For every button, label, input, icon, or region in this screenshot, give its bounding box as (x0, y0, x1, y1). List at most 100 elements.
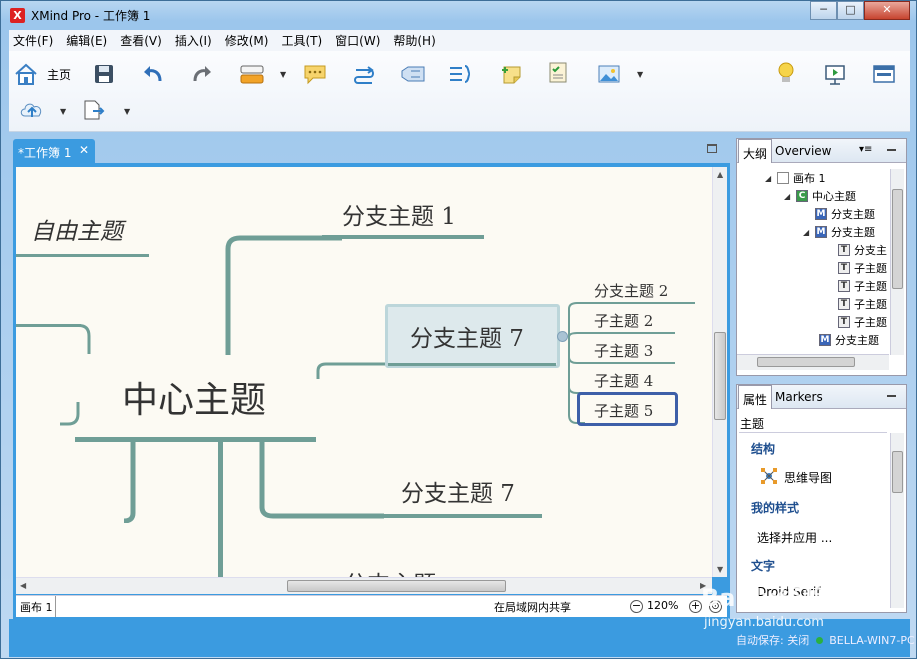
menu-edit[interactable]: 编辑(E) (66, 32, 107, 49)
branch-topic-1[interactable]: 分支主题 1 (342, 197, 456, 231)
note-icon[interactable] (499, 61, 525, 87)
subtopic-2[interactable]: 子主题 2 (594, 310, 653, 331)
app-window: X XMind Pro - 工作簿 1 ─ □ ✕ 文件(F) 编辑(E) 查看… (0, 0, 917, 659)
home-label[interactable]: 主页 (47, 66, 71, 83)
left-branch-curve-2 (60, 402, 80, 426)
zoom-level[interactable]: 120% (647, 599, 678, 612)
scroll-down-icon[interactable]: ▼ (717, 565, 723, 574)
export-icon[interactable] (81, 97, 107, 123)
outline-scroll-thumb[interactable] (757, 357, 855, 367)
structure-value[interactable]: 思维导图 (784, 469, 832, 486)
outline-row-subtopic[interactable]: T 子主题 (838, 295, 887, 313)
outline-row-subtopic[interactable]: T 子主题 (838, 259, 887, 277)
zoom-out-icon[interactable]: − (630, 600, 643, 613)
autosave-status[interactable]: 自动保存: 关闭 BELLA-WIN7-PC (736, 632, 915, 648)
branch-topic-partial[interactable]: 分支主题 (344, 565, 436, 577)
branch-topic-7-lower[interactable]: 分支主题 7 (401, 474, 515, 508)
outline-minimize-icon[interactable] (887, 149, 896, 151)
text-header[interactable]: 文字 (751, 557, 775, 574)
image-icon[interactable] (596, 61, 622, 87)
menu-view[interactable]: 查看(V) (120, 32, 162, 49)
outline-row-branch[interactable]: M 分支主题 (815, 205, 875, 223)
editor-maximize-icon[interactable] (707, 144, 717, 153)
tab-markers[interactable]: Markers (771, 385, 827, 409)
menu-modify[interactable]: 修改(M) (225, 32, 269, 49)
outline-vscroll-thumb[interactable] (892, 189, 903, 289)
canvas-vertical-scrollbar[interactable]: ▲ ▼ (712, 167, 727, 577)
maximize-button[interactable]: □ (837, 1, 864, 20)
menu-window[interactable]: 窗口(W) (335, 32, 380, 49)
summary-icon[interactable] (447, 61, 473, 87)
free-topic[interactable]: 自由主题 (31, 212, 123, 246)
canvas-horizontal-scrollbar[interactable]: ◀ ▶ (16, 577, 712, 594)
outline-row-central[interactable]: ◢ C 中心主题 (784, 187, 856, 205)
idea-icon[interactable] (773, 59, 799, 85)
image-dropdown-icon[interactable]: ▼ (637, 70, 643, 79)
upload-icon[interactable] (19, 97, 45, 123)
redo-icon[interactable] (189, 61, 215, 87)
outline-horizontal-scrollbar[interactable] (737, 354, 889, 370)
vertical-scroll-thumb[interactable] (714, 332, 726, 420)
outline-row-label: 分支主题 (831, 208, 875, 221)
outline-row-sheet[interactable]: ◢ 画布 1 (765, 169, 826, 187)
lan-share-button[interactable]: 在局域网内共享 (494, 599, 571, 615)
outline-row-subtopic[interactable]: T 分支主 (838, 241, 887, 259)
expand-icon[interactable]: ◢ (765, 174, 777, 183)
branch-topic-7-selected[interactable]: 分支主题 7 (410, 319, 524, 353)
subtopic-icon: T (838, 298, 850, 310)
export-dropdown-icon[interactable]: ▼ (124, 107, 130, 116)
free-topic-underline (16, 254, 149, 257)
home-icon[interactable] (13, 61, 39, 87)
topic-insert-dropdown-icon[interactable]: ▼ (280, 70, 286, 79)
central-topic[interactable]: 中心主题 (122, 371, 266, 423)
callout-icon[interactable] (302, 61, 328, 87)
tab-outline[interactable]: 大纲 (738, 139, 773, 163)
task-icon[interactable] (545, 59, 571, 85)
expand-icon[interactable]: ◢ (803, 228, 815, 237)
my-style-value[interactable]: 选择并应用 ... (757, 529, 832, 546)
properties-vscroll-thumb[interactable] (892, 451, 903, 493)
tab-properties[interactable]: 属性 (738, 385, 773, 409)
expand-icon[interactable]: ◢ (784, 192, 796, 201)
outline-row-label: 分支主题 (831, 226, 875, 239)
properties-minimize-icon[interactable] (887, 395, 896, 397)
outline-menu-icon[interactable]: ▾≡ (859, 144, 872, 155)
subtopic-3[interactable]: 子主题 3 (594, 340, 653, 361)
subtopic-4[interactable]: 子主题 4 (594, 370, 653, 391)
outline-row-subtopic[interactable]: T 子主题 (838, 277, 887, 295)
outline-vertical-scrollbar[interactable] (890, 169, 904, 355)
menu-help[interactable]: 帮助(H) (393, 32, 435, 49)
boundary-icon[interactable] (399, 61, 427, 87)
layout-icon[interactable] (871, 61, 897, 87)
scroll-up-icon[interactable]: ▲ (717, 170, 723, 179)
menu-tools[interactable]: 工具(T) (281, 32, 322, 49)
properties-vertical-scrollbar[interactable] (890, 433, 904, 608)
save-icon[interactable] (91, 61, 117, 87)
minimize-button[interactable]: ─ (810, 1, 837, 20)
scroll-left-icon[interactable]: ◀ (20, 581, 26, 590)
outline-row-branch[interactable]: M 分支主题 (819, 331, 879, 349)
sheet-tab[interactable]: 画布 1 (16, 596, 56, 617)
sub-branch-topic-2[interactable]: 分支主题 2 (594, 280, 668, 301)
structure-header[interactable]: 结构 (751, 440, 775, 457)
relationship-icon[interactable] (351, 61, 377, 87)
close-button[interactable]: ✕ (864, 1, 910, 20)
editor-tab-workbook[interactable]: *工作簿 1 ✕ (13, 139, 95, 164)
mindmap-canvas[interactable]: 自由主题 中心主题 分支主题 1 分支主题 7 分支主题 2 子主题 2 子主题 (16, 167, 712, 577)
undo-icon[interactable] (140, 61, 166, 87)
horizontal-scroll-thumb[interactable] (287, 580, 506, 592)
upload-dropdown-icon[interactable]: ▼ (60, 107, 66, 116)
tab-overview[interactable]: Overview (771, 139, 836, 163)
title-bar[interactable]: X XMind Pro - 工作簿 1 ─ □ ✕ (1, 1, 916, 29)
outline-panel: 大纲 Overview ▾≡ ◢ 画布 1 ◢ C 中心主题 M 分支主题 ◢ M 分支主题… (736, 138, 907, 376)
menu-file[interactable]: 文件(F) (13, 32, 53, 49)
presentation-icon[interactable] (822, 61, 848, 87)
topic-insert-icon[interactable] (238, 61, 266, 87)
editor-tab-close-icon[interactable]: ✕ (79, 143, 89, 157)
outline-row-branch[interactable]: ◢ M 分支主题 (803, 223, 875, 241)
outline-row-subtopic[interactable]: T 子主题 (838, 313, 887, 331)
branch-1-connector (225, 235, 342, 355)
my-style-header[interactable]: 我的样式 (751, 499, 799, 516)
menu-insert[interactable]: 插入(I) (175, 32, 212, 49)
subtopic-5[interactable]: 子主题 5 (594, 400, 653, 421)
